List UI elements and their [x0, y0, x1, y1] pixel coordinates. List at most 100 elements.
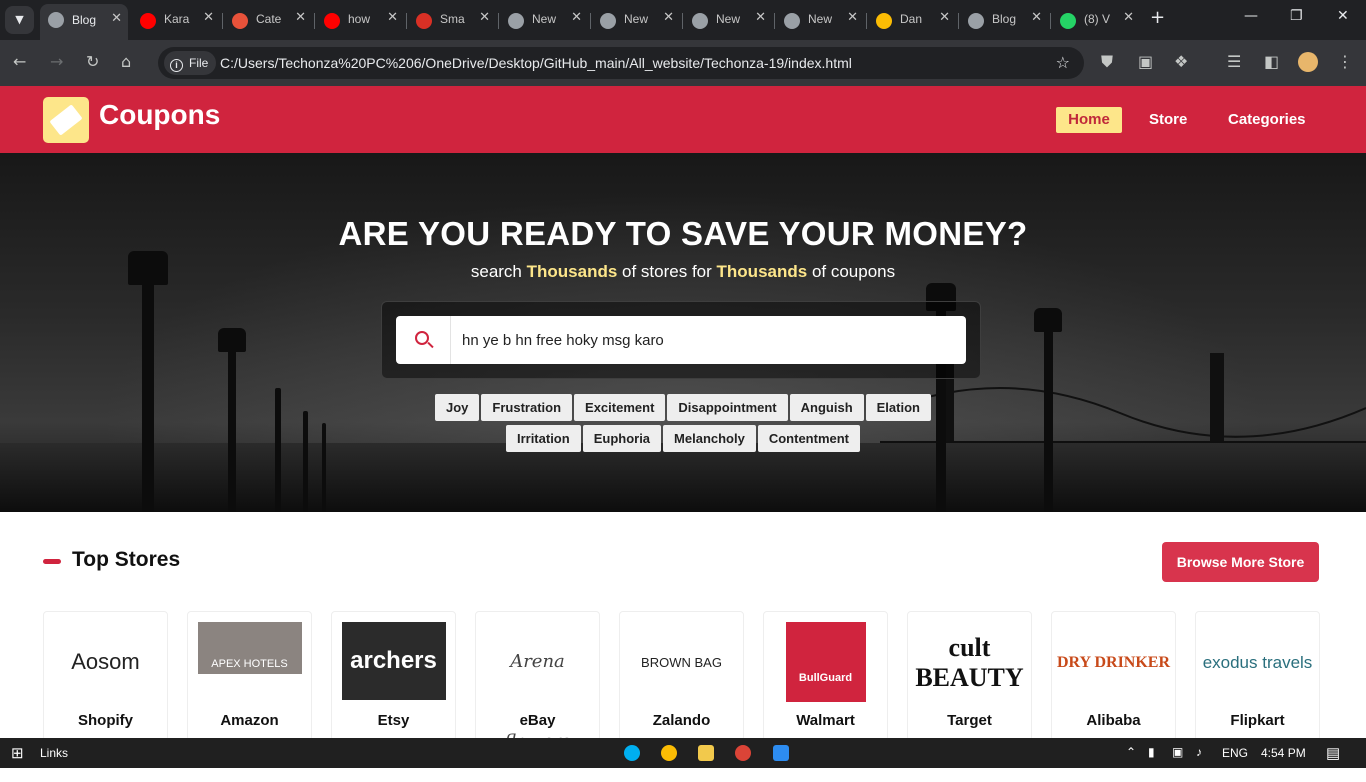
tab-title: (8) V [1084, 12, 1111, 26]
camera-icon[interactable]: ▣ [1138, 52, 1153, 72]
nav-categories[interactable]: Categories [1228, 107, 1306, 133]
tab-close-icon[interactable]: ✕ [939, 10, 950, 25]
tab-search-button[interactable]: ▼ [5, 6, 34, 34]
notifications-icon[interactable]: ▤ [1326, 744, 1340, 762]
store-name: Etsy [377, 712, 410, 729]
chevron-up-icon[interactable]: ⌃ [1126, 745, 1136, 759]
browser-tab[interactable]: New ✕ [776, 5, 864, 35]
store-name: Shopify [78, 712, 133, 729]
store-card[interactable]: APEX HOTELS Amazon [187, 611, 312, 741]
tab-separator [314, 13, 315, 29]
emotion-tag[interactable]: Contentment [757, 425, 861, 452]
network-icon[interactable]: ▣ [1172, 745, 1183, 759]
reload-icon[interactable]: ↻ [86, 52, 99, 72]
restore-icon[interactable]: ❐ [1290, 8, 1303, 24]
tab-close-icon[interactable]: ✕ [387, 10, 398, 25]
clock[interactable]: 4:54 PM [1261, 746, 1306, 760]
address-bar[interactable]: i File C:/Users/Techonza%20PC%206/OneDriv… [158, 47, 1084, 79]
home-icon[interactable]: ⌂ [121, 52, 131, 72]
tab-close-icon[interactable]: ✕ [479, 10, 490, 25]
tab-close-icon[interactable]: ✕ [1031, 10, 1042, 25]
store-card[interactable]: archers Etsy [331, 611, 456, 741]
browser-tab[interactable]: how ✕ [316, 5, 404, 35]
browser-tab[interactable]: Kara ✕ [132, 5, 220, 35]
store-logo: Aosom [44, 622, 167, 702]
browser-tab[interactable]: New ✕ [592, 5, 680, 35]
nav-home[interactable]: Home [1056, 107, 1122, 133]
search-input[interactable] [462, 329, 942, 351]
emotion-tag[interactable]: Frustration [481, 394, 573, 421]
tab-title: Sma [440, 12, 465, 26]
tab-close-icon[interactable]: ✕ [111, 11, 122, 26]
tab-title: New [808, 12, 833, 26]
store-card[interactable]: cult BEAUTY Target [907, 611, 1032, 741]
browser-tab[interactable]: New ✕ [684, 5, 772, 35]
close-window-icon[interactable]: ✕ [1337, 8, 1349, 24]
emotion-tag[interactable]: Joy [435, 394, 480, 421]
tab-close-icon[interactable]: ✕ [1123, 10, 1134, 25]
tab-close-icon[interactable]: ✕ [755, 10, 766, 25]
links-toolbar-label[interactable]: Links [40, 746, 68, 760]
browser-tab[interactable]: (8) V ✕ [1052, 5, 1140, 35]
logo-text[interactable]: Coupons [99, 99, 220, 131]
browser-tab[interactable]: Dan ✕ [868, 5, 956, 35]
browser-tab[interactable]: New ✕ [500, 5, 588, 35]
emotion-tag[interactable]: Melancholy [663, 425, 756, 452]
side-panel-icon[interactable]: ◧ [1264, 52, 1279, 72]
bookmark-star-icon[interactable]: ☆ [1056, 53, 1070, 72]
back-icon[interactable]: ← [13, 52, 26, 72]
store-card[interactable]: BullGuard Walmart [763, 611, 888, 741]
chrome-icon[interactable] [661, 745, 677, 761]
browser-tab-strip: ▼ Blog ✕ Kara ✕ Cate ✕ how ✕ Sma ✕ New ✕ New ✕ New ✕ New… [0, 0, 1366, 40]
store-card[interactable]: Aosom Shopify [43, 611, 168, 741]
emotion-tag[interactable]: Anguish [789, 394, 864, 421]
emotion-tag[interactable]: Euphoria [582, 425, 662, 452]
vscode-icon[interactable] [773, 745, 789, 761]
extensions-icon[interactable]: ❖ [1174, 52, 1188, 72]
store-card[interactable]: exodus travels Flipkart [1195, 611, 1320, 741]
browse-more-store-button[interactable]: Browse More Store [1162, 542, 1319, 582]
media-control-icon[interactable]: ☰ [1227, 52, 1241, 72]
browser-tab[interactable]: Sma ✕ [408, 5, 496, 35]
shield-icon[interactable]: ⛊ [1101, 52, 1113, 72]
more-menu-icon[interactable]: ⋮ [1337, 52, 1353, 72]
hero-sub-text: of stores for [622, 262, 712, 281]
new-tab-button[interactable]: + [1150, 7, 1165, 28]
emotion-tag[interactable]: Elation [865, 394, 931, 421]
emotion-tag[interactable]: Excitement [574, 394, 666, 421]
tab-close-icon[interactable]: ✕ [295, 10, 306, 25]
language-indicator[interactable]: ENG [1222, 746, 1248, 760]
skype-icon[interactable] [624, 745, 640, 761]
tab-favicon-icon [692, 13, 708, 29]
tab-close-icon[interactable]: ✕ [203, 10, 214, 25]
battery-icon[interactable]: ▮ [1148, 745, 1155, 759]
nav-store[interactable]: Store [1149, 107, 1187, 133]
forward-icon[interactable]: → [50, 52, 63, 72]
store-name: Target [947, 712, 992, 729]
volume-icon[interactable]: ♪ [1196, 745, 1202, 759]
profile-avatar[interactable] [1298, 52, 1318, 72]
browser-tab[interactable]: Blog ✕ [960, 5, 1048, 35]
browser-tab[interactable]: Cate ✕ [224, 5, 312, 35]
windows-start-icon[interactable]: ⊞ [11, 744, 24, 762]
file-explorer-icon[interactable] [698, 745, 714, 761]
tab-close-icon[interactable]: ✕ [847, 10, 858, 25]
hero-section: ARE YOU READY TO SAVE YOUR MONEY? search… [0, 153, 1366, 512]
chrome-active-icon[interactable] [735, 745, 751, 761]
tab-favicon-icon [140, 13, 156, 29]
tab-close-icon[interactable]: ✕ [663, 10, 674, 25]
site-info-chip[interactable]: i File [164, 51, 217, 75]
browser-tab[interactable]: Blog ✕ [40, 4, 128, 40]
emotion-tag[interactable]: Irritation [505, 425, 581, 452]
windows-taskbar: ⊞ Links ⌃ ▮ ▣ ♪ ENG 4:54 PM ▤ [0, 738, 1366, 768]
store-card[interactable]: DRY DRINKER Alibaba [1051, 611, 1176, 741]
url-text[interactable]: C:/Users/Techonza%20PC%206/OneDrive/Desk… [220, 55, 852, 71]
tab-close-icon[interactable]: ✕ [571, 10, 582, 25]
search-icon[interactable] [396, 316, 451, 364]
coupon-logo-icon[interactable] [43, 97, 89, 143]
tab-favicon-icon [968, 13, 984, 29]
store-card[interactable]: Arena flowerseBay [475, 611, 600, 752]
store-card[interactable]: BROWN BAG Zalando [619, 611, 744, 741]
minimize-icon[interactable]: — [1244, 8, 1258, 24]
emotion-tag[interactable]: Disappointment [667, 394, 788, 421]
